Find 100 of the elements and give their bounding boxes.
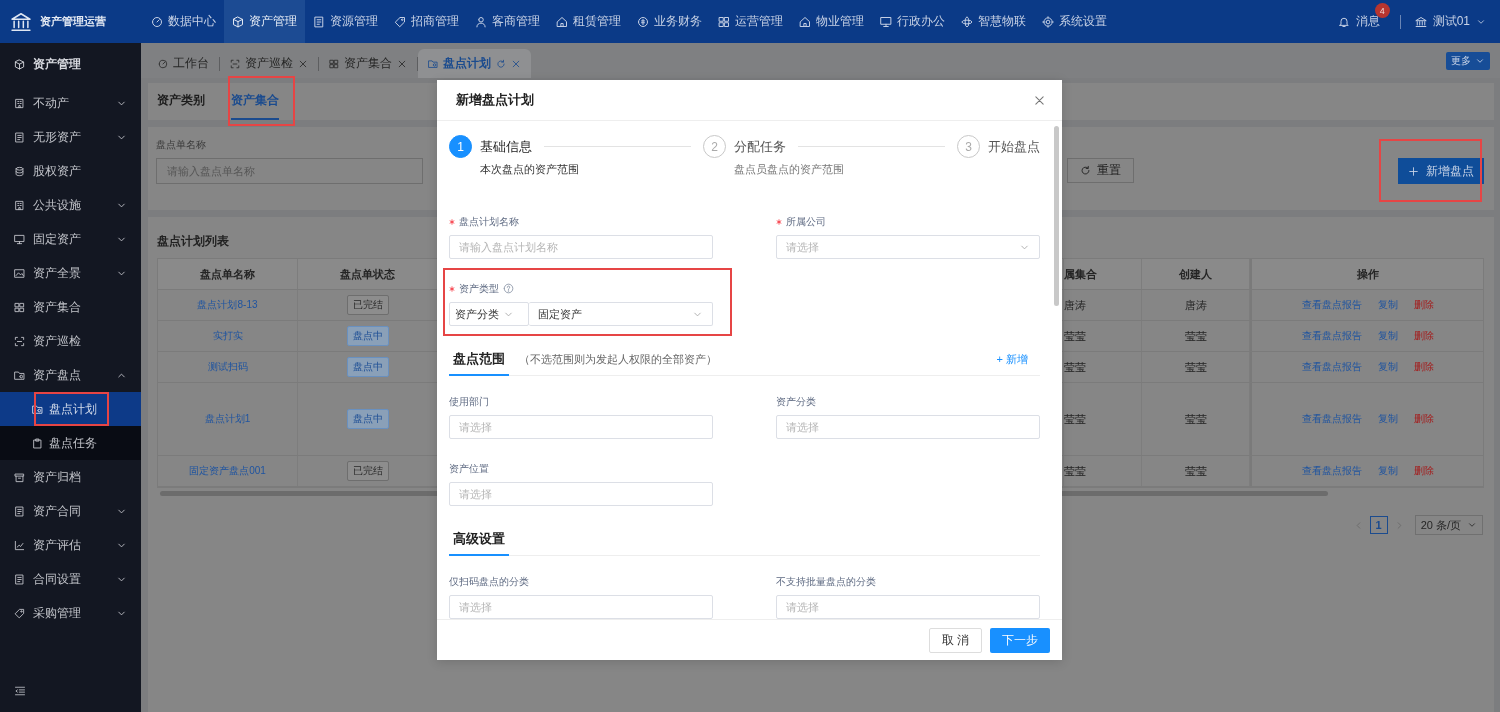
help-icon[interactable] <box>503 283 514 294</box>
input-field[interactable]: 请输入盘点计划名称 <box>449 235 713 259</box>
step-description: 本次盘点的资产范围 <box>480 162 580 177</box>
nav-item[interactable]: 租赁管理 <box>548 0 629 43</box>
chevron-down-icon <box>1467 520 1477 530</box>
field-label: 使用部门 <box>449 394 489 409</box>
nav-item[interactable]: 客商管理 <box>467 0 548 43</box>
column-header: 创建人 <box>1142 259 1250 289</box>
table-cell: 莹莹 <box>1142 383 1250 455</box>
select-field[interactable]: 资产分类 <box>449 302 529 326</box>
nav-item[interactable]: 系统设置 <box>1034 0 1115 43</box>
nav-item[interactable]: 资源管理 <box>305 0 386 43</box>
database-icon <box>14 165 25 177</box>
sidebar-item[interactable]: 资产集合 <box>0 290 141 324</box>
section-tab[interactable]: 高级设置 <box>449 523 509 556</box>
field-label: 盘点单名称 <box>156 138 207 152</box>
nav-item[interactable]: 招商管理 <box>386 0 467 43</box>
sidebar-item[interactable]: 资产合同 <box>0 494 141 528</box>
page-tab[interactable]: 工作台 <box>148 49 219 78</box>
nav-item[interactable]: 物业管理 <box>791 0 872 43</box>
field-label: 盘点计划名称 <box>459 214 519 229</box>
table-cell: 莹莹 <box>1142 321 1250 351</box>
step-title: 分配任务 <box>734 137 786 156</box>
status-tag: 盘点中 <box>346 409 389 429</box>
nav-item[interactable]: 业务财务 <box>629 0 710 43</box>
grid-icon <box>718 15 730 28</box>
nav-item[interactable]: 行政办公 <box>872 0 953 43</box>
column-header: 盘点单名称 <box>158 259 298 289</box>
add-button[interactable]: 新增盘点 <box>1398 158 1484 184</box>
folder-icon <box>32 403 43 415</box>
monitor-icon <box>880 15 892 28</box>
building-icon <box>14 97 25 109</box>
user-menu[interactable]: 测试01 <box>1414 13 1486 30</box>
refresh-icon[interactable] <box>496 58 506 69</box>
page-tab[interactable]: 资产巡检 <box>220 49 318 78</box>
input-field[interactable]: 请选择 <box>449 482 713 506</box>
sidebar-item[interactable]: 资产评估 <box>0 528 141 562</box>
section-tab[interactable]: 盘点范围 <box>449 343 509 376</box>
section-note: （不选范围则为发起人权限的全部资产） <box>519 351 717 367</box>
sidebar-item[interactable]: 合同设置 <box>0 562 141 596</box>
sidebar-item[interactable]: 资产盘点 <box>0 358 141 392</box>
building-icon <box>14 199 25 211</box>
scan-icon <box>14 335 25 347</box>
input-field[interactable]: 请选择 <box>449 595 713 619</box>
nav-item[interactable]: 运营管理 <box>710 0 791 43</box>
close-icon[interactable] <box>298 58 308 69</box>
app-title: 资产管理运营 <box>40 14 106 29</box>
page-tab[interactable]: 资产集合 <box>319 49 417 78</box>
sidebar-item[interactable]: 公共设施 <box>0 188 141 222</box>
folder-icon <box>428 58 438 69</box>
nav-item[interactable]: 数据中心 <box>143 0 224 43</box>
person-icon <box>475 15 487 28</box>
more-button[interactable]: 更多 <box>1446 51 1490 70</box>
table-cell: 唐涛 <box>1064 290 1142 320</box>
nav-item[interactable]: 资产管理 <box>224 0 305 43</box>
dialog-title: 新增盘点计划 <box>456 91 534 109</box>
table-cell: 莹莹 <box>1142 352 1250 382</box>
sidebar-item[interactable]: 资产全景 <box>0 256 141 290</box>
table-cell: 莹莹 <box>1064 383 1142 455</box>
coin-icon <box>637 15 649 28</box>
status-tag: 盘点中 <box>346 326 389 346</box>
cube-icon <box>14 59 25 70</box>
table-cell: 莹莹 <box>1142 456 1250 486</box>
close-icon[interactable] <box>511 58 521 69</box>
step-title: 基础信息 <box>480 137 532 156</box>
sidebar-item[interactable]: 不动产 <box>0 86 141 120</box>
bank-icon <box>10 10 32 33</box>
close-icon[interactable] <box>1033 93 1046 107</box>
house-icon <box>556 15 568 28</box>
fold-icon[interactable] <box>14 685 26 697</box>
reset-button[interactable]: 重置 <box>1067 158 1134 183</box>
gauge-icon <box>151 15 163 28</box>
sidebar-item[interactable]: 采购管理 <box>0 596 141 630</box>
cancel-button[interactable]: 取 消 <box>928 627 982 653</box>
step-description: 盘点员盘点的资产范围 <box>734 162 845 177</box>
input-field[interactable]: 请选择 <box>449 415 713 439</box>
gauge-icon <box>158 58 168 69</box>
sidebar-item[interactable]: 资产巡检 <box>0 324 141 358</box>
clipboard-icon <box>32 437 43 449</box>
input-field[interactable]: 请选择 <box>776 415 1040 439</box>
field-label: 不支持批量盘点的分类 <box>776 574 876 589</box>
select-field[interactable]: 固定资产 <box>529 302 713 326</box>
close-icon[interactable] <box>397 58 407 69</box>
grid-icon <box>14 301 25 313</box>
sidebar-item[interactable]: 无形资产 <box>0 120 141 154</box>
house-icon <box>799 15 811 28</box>
section-tab[interactable]: 资产类别 <box>157 83 205 120</box>
sidebar-item[interactable]: 股权资产 <box>0 154 141 188</box>
sidebar-item[interactable]: 固定资产 <box>0 222 141 256</box>
input-field[interactable]: 请选择 <box>776 595 1040 619</box>
sidebar-subitem[interactable]: 盘点计划 <box>0 392 141 426</box>
scrollbar-thumb[interactable] <box>1054 126 1059 306</box>
picture-icon <box>14 267 25 279</box>
grid-icon <box>329 58 339 69</box>
sidebar-item[interactable]: 资产归档 <box>0 460 141 494</box>
page-size-select[interactable]: 20 条/页 <box>1414 515 1483 535</box>
bank-icon <box>1414 15 1427 28</box>
step-number: 1 <box>449 135 472 158</box>
nav-item[interactable]: 智慧物联 <box>953 0 1034 43</box>
sidebar-subitem[interactable]: 盘点任务 <box>0 426 141 460</box>
